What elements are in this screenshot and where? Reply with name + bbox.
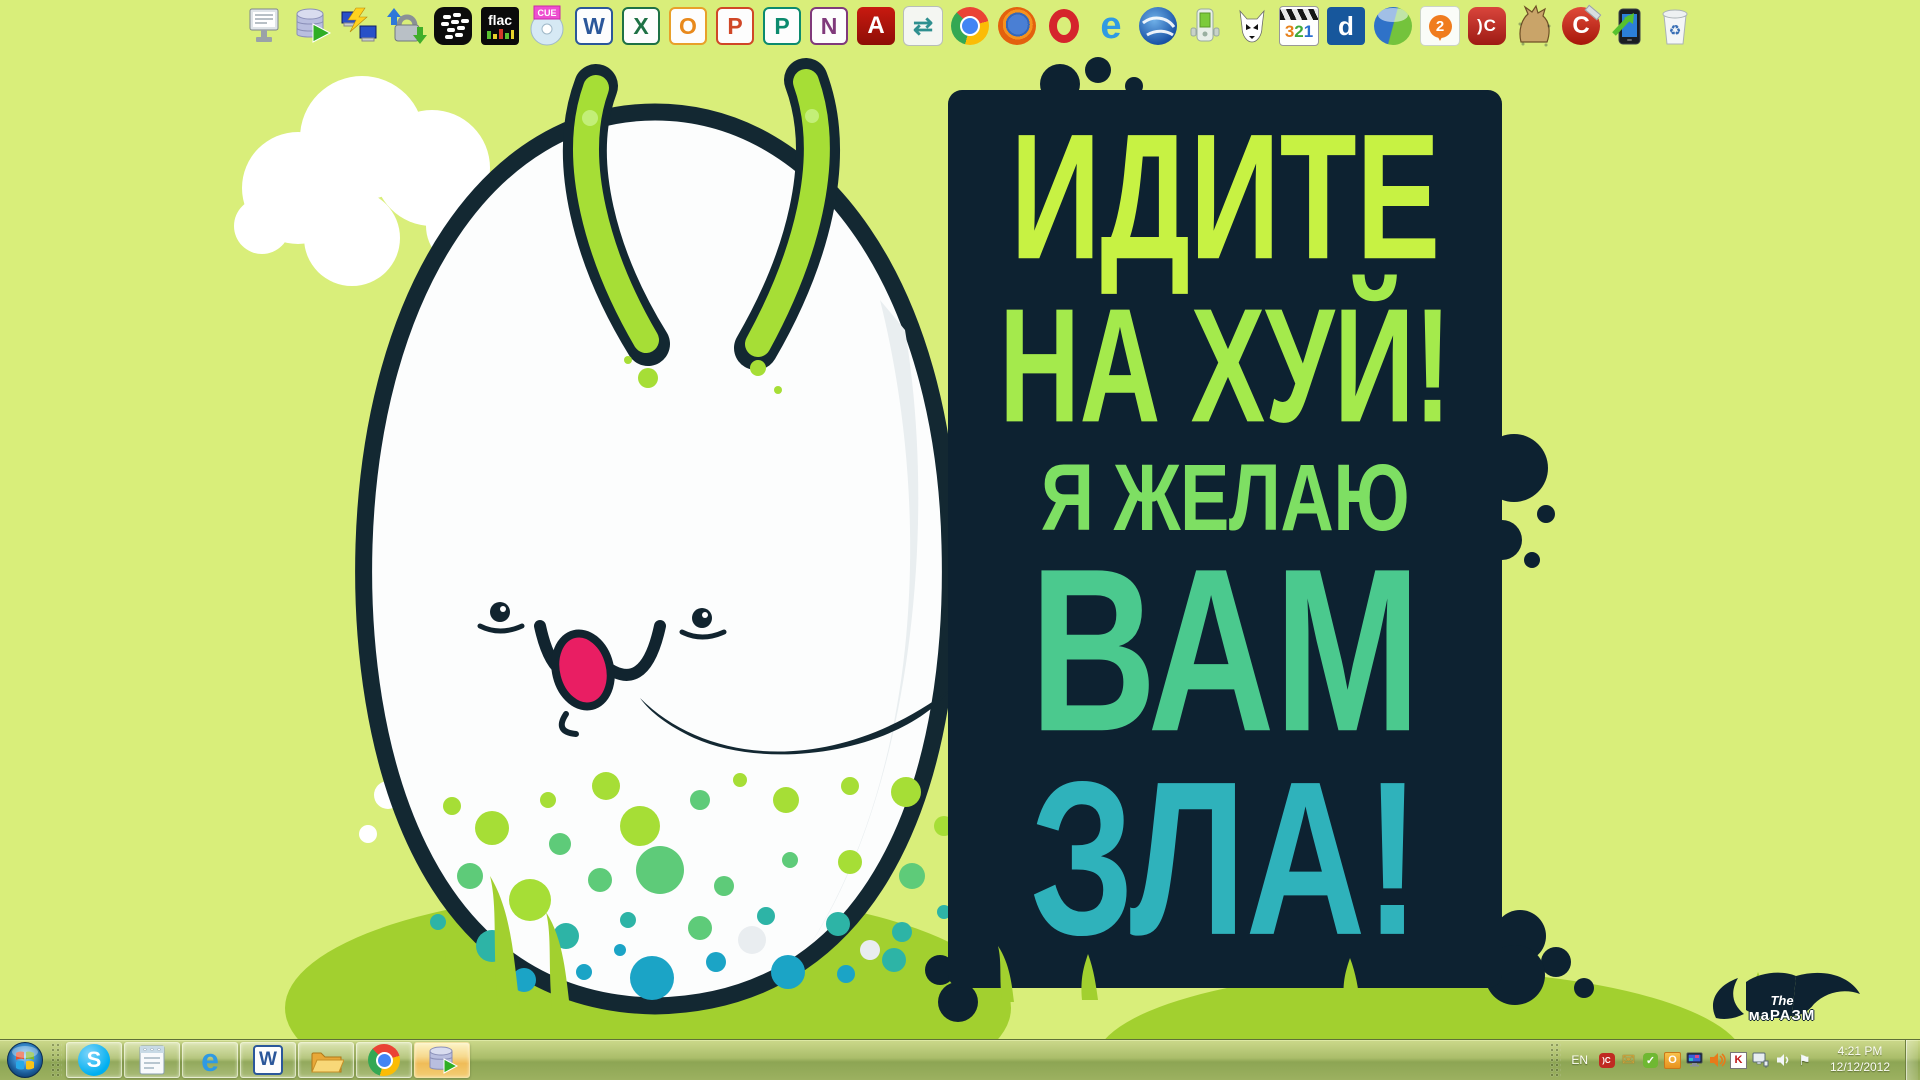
taskbar-button-windows-explorer[interactable] <box>298 1042 354 1078</box>
dock-icon-database-play[interactable] <box>290 4 334 48</box>
recycle-bin-icon: ♻ <box>1653 4 1697 48</box>
workstation-icon <box>243 4 287 48</box>
google-earth-icon <box>1139 7 1177 45</box>
dock-icon-google-earth[interactable] <box>1136 4 1180 48</box>
dock-icon-firefox[interactable] <box>995 4 1039 48</box>
flac-eq-bars <box>485 27 515 39</box>
show-desktop-button[interactable] <box>1905 1040 1918 1080</box>
egg-creature <box>364 80 954 1006</box>
database-play-icon <box>424 1043 460 1077</box>
dock-icon-claw-game[interactable] <box>1512 4 1556 48</box>
dock-icon-workstation[interactable] <box>243 4 287 48</box>
display-settings-icon <box>1686 1051 1704 1069</box>
tray-grip[interactable] <box>1550 1043 1561 1077</box>
poster-panel <box>925 57 1594 1022</box>
taskbar-clock[interactable]: 4:21 PM 12/12/2012 <box>1821 1044 1899 1075</box>
network-icon <box>1752 1051 1770 1069</box>
dock-icon-qip-phone[interactable] <box>1183 4 1227 48</box>
tray-icon-audio-manager[interactable] <box>1707 1051 1726 1070</box>
dock-icon-opera[interactable] <box>1042 4 1086 48</box>
taskbar-button-internet-explorer[interactable]: e <box>182 1042 238 1078</box>
taskbar-grip[interactable] <box>51 1043 62 1077</box>
taskbar-button-chrome[interactable] <box>356 1042 412 1078</box>
secure-sync-icon <box>384 4 428 48</box>
dock-icon-cue-disc[interactable]: CUE <box>525 4 569 48</box>
dock-icon-secure-sync[interactable] <box>384 4 428 48</box>
tray-icon-update-ok[interactable]: ✓ <box>1641 1051 1660 1070</box>
taskbar: S e W <box>0 1039 1920 1080</box>
app-dock: flac CUE W X O P P N A ⇄ <box>243 4 1697 48</box>
qip-phone-icon <box>1183 4 1227 48</box>
dock-icon-foobar2000[interactable] <box>1230 4 1274 48</box>
tray-icon-network[interactable] <box>1751 1051 1770 1070</box>
taskbar-button-database-app[interactable] <box>414 1042 470 1078</box>
dock-icon-publisher[interactable]: P <box>760 4 804 48</box>
wallpaper-logo: The маРАЗМ <box>1712 994 1852 1025</box>
dock-icon-sync-arrows[interactable]: ⇄ <box>901 4 945 48</box>
wallpaper-illustration <box>0 0 1920 1080</box>
firefox-icon <box>998 7 1036 45</box>
dock-icon-blackberry[interactable] <box>431 4 475 48</box>
tray-icon-crescent-app[interactable]: )C <box>1597 1051 1616 1070</box>
tray-icon-outlook[interactable]: O <box>1663 1051 1682 1070</box>
foobar2000-icon <box>1230 4 1274 48</box>
chrome-icon <box>951 7 989 45</box>
dock-icon-dailymotion[interactable]: d <box>1324 4 1368 48</box>
taskbar-button-notepad[interactable] <box>124 1042 180 1078</box>
windows-orb-icon <box>6 1041 44 1079</box>
svg-text:CUE: CUE <box>537 8 556 18</box>
orange-speaker-icon <box>1708 1051 1726 1069</box>
tray-icon-action-center[interactable]: ⚑ <box>1795 1051 1814 1070</box>
chrome-icon <box>368 1044 400 1076</box>
dock-icon-globe-app[interactable] <box>1371 4 1415 48</box>
start-button[interactable] <box>0 1040 50 1080</box>
folder-icon <box>308 1043 344 1077</box>
dock-icon-internet-explorer[interactable]: e <box>1089 4 1133 48</box>
cue-disc-icon: CUE <box>525 4 569 48</box>
svg-text:♻: ♻ <box>1669 22 1682 38</box>
dock-icon-word[interactable]: W <box>572 4 616 48</box>
language-indicator[interactable]: EN <box>1565 1053 1594 1067</box>
dock-icon-network-link[interactable] <box>337 4 381 48</box>
dock-icon-onenote[interactable]: N <box>807 4 851 48</box>
dock-icon-acrobat[interactable]: A <box>854 4 898 48</box>
dock-icon-crescent-app[interactable]: )C <box>1465 4 1509 48</box>
tray-icon-kaspersky[interactable]: K <box>1729 1051 1748 1070</box>
dock-icon-flac[interactable]: flac <box>478 4 522 48</box>
flac-label: flac <box>488 13 512 27</box>
clock-time: 4:21 PM <box>1821 1044 1899 1060</box>
dock-icon-recycle-bin[interactable]: ♻ <box>1653 4 1697 48</box>
dock-icon-ccleaner[interactable]: C <box>1559 4 1603 48</box>
dock-icon-media-player-classic[interactable]: 321 <box>1277 4 1321 48</box>
clock-date: 12/12/2012 <box>1821 1060 1899 1076</box>
database-play-icon <box>290 4 334 48</box>
dock-icon-powerpoint[interactable]: P <box>713 4 757 48</box>
globe-icon <box>1374 7 1412 45</box>
dock-icon-phone-manager[interactable] <box>1606 4 1650 48</box>
dock-icon-excel[interactable]: X <box>619 4 663 48</box>
dock-icon-outlook[interactable]: O <box>666 4 710 48</box>
tray-icon-volume[interactable] <box>1773 1051 1792 1070</box>
system-tray: EN )C ✉ ✓ O K <box>1549 1040 1920 1080</box>
opera-icon <box>1049 9 1079 43</box>
dock-icon-chrome[interactable] <box>948 4 992 48</box>
claw-icon <box>1512 4 1556 48</box>
clapperboard-icon <box>1280 9 1318 20</box>
volume-icon <box>1774 1051 1792 1069</box>
notepad-icon <box>135 1043 169 1077</box>
dock-icon-2gis[interactable]: 2 <box>1418 4 1462 48</box>
network-link-icon <box>337 4 381 48</box>
taskbar-button-skype[interactable]: S <box>66 1042 122 1078</box>
tray-icon-display-settings[interactable] <box>1685 1051 1704 1070</box>
tray-icon-mail[interactable]: ✉ <box>1619 1051 1638 1070</box>
blackberry-icon <box>434 7 472 45</box>
taskbar-button-word[interactable]: W <box>240 1042 296 1078</box>
task-buttons: S e W <box>66 1042 470 1078</box>
phone-manager-icon <box>1606 4 1650 48</box>
